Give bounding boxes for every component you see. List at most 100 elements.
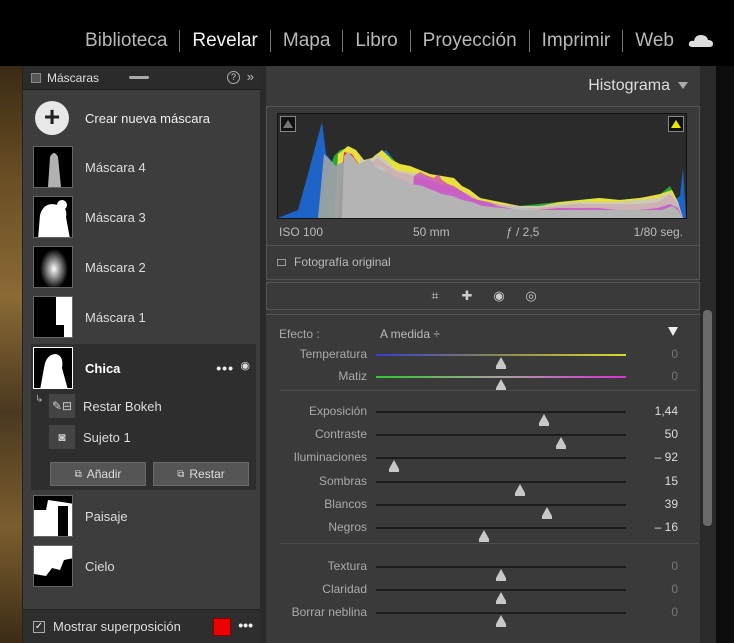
add-button[interactable]: ⧉ Añadir: [50, 462, 146, 486]
slider-track[interactable]: [376, 566, 626, 581]
histogram-header[interactable]: Histograma: [266, 66, 700, 106]
slider-thumb[interactable]: [496, 615, 506, 627]
slider-row[interactable]: Contraste 50: [266, 425, 700, 449]
slider-row[interactable]: Matiz 0: [266, 367, 700, 391]
mask-component-item[interactable]: ◙ Sujeto 1: [31, 423, 256, 451]
collapse-icon[interactable]: »: [247, 69, 254, 84]
slider-value[interactable]: 15: [665, 474, 678, 488]
more-options-icon[interactable]: •••: [216, 360, 234, 376]
slider-thumb[interactable]: [556, 437, 566, 449]
original-photo-icon: [277, 258, 286, 266]
slider-thumb[interactable]: [496, 379, 506, 391]
module-revelar[interactable]: Revelar: [180, 28, 269, 54]
eye-icon[interactable]: ◉: [240, 359, 250, 372]
mask-item[interactable]: Máscara 3: [23, 194, 261, 240]
module-biblioteca[interactable]: Biblioteca: [73, 28, 179, 54]
create-mask-label: Crear nueva máscara: [85, 110, 210, 126]
panel-toggle-icon[interactable]: [31, 72, 41, 83]
add-icon: ⧉: [74, 468, 82, 480]
slider-value[interactable]: 1,44: [655, 404, 678, 418]
mask-item[interactable]: Paisaje: [23, 493, 261, 539]
slider-value[interactable]: 0: [671, 369, 678, 383]
slider-label: Exposición: [308, 404, 367, 418]
slider-thumb[interactable]: [538, 414, 549, 426]
slider-track[interactable]: [376, 504, 626, 519]
mask-item[interactable]: Máscara 4: [23, 144, 261, 190]
crop-icon[interactable]: ⌗: [423, 288, 447, 304]
slider-track[interactable]: [376, 434, 626, 449]
mask-item[interactable]: Cielo: [23, 543, 261, 589]
original-photo-label: Fotografía original: [294, 255, 391, 269]
mask-component-item[interactable]: ✎⊟ Restar Bokeh: [31, 392, 256, 420]
mask-item[interactable]: Máscara 1: [23, 294, 261, 340]
slider-label: Sombras: [318, 474, 367, 488]
help-icon[interactable]: ?: [227, 71, 240, 84]
slider-row[interactable]: Claridad 0: [266, 580, 700, 604]
slider-value[interactable]: 0: [671, 582, 678, 596]
slider-value[interactable]: 0: [671, 605, 678, 619]
plus-icon[interactable]: +: [35, 101, 69, 135]
slider-row[interactable]: Negros – 16: [266, 518, 700, 542]
slider-value[interactable]: 0: [671, 559, 678, 573]
module-web[interactable]: Web: [623, 28, 686, 54]
slider-track[interactable]: [376, 457, 626, 472]
histogram-title: Histograma: [588, 77, 670, 94]
slider-track[interactable]: [376, 589, 626, 604]
effect-preset-select[interactable]: A medida ÷: [380, 327, 440, 341]
module-proyeccion[interactable]: Proyección: [411, 28, 529, 54]
slider-thumb[interactable]: [496, 592, 506, 604]
panel-collapse-icon[interactable]: [668, 327, 678, 336]
slider-value[interactable]: 50: [665, 427, 678, 441]
slider-row[interactable]: Textura 0: [266, 557, 700, 581]
overlay-checkbox[interactable]: ✓: [33, 620, 45, 633]
subtract-button-label: Restar: [189, 467, 225, 481]
overlay-label: Mostrar superposición: [53, 619, 181, 634]
original-photo-toggle[interactable]: Fotografía original: [277, 255, 391, 269]
slider-track[interactable]: [376, 376, 626, 391]
slider-value[interactable]: – 16: [655, 520, 678, 534]
slider-row[interactable]: Blancos 39: [266, 495, 700, 519]
overlay-color-swatch[interactable]: [213, 618, 231, 636]
mask-item[interactable]: Máscara 2: [23, 244, 261, 290]
slider-value[interactable]: 39: [665, 497, 678, 511]
drag-handle-icon[interactable]: [129, 76, 149, 79]
slider-thumb[interactable]: [496, 569, 506, 581]
module-mapa[interactable]: Mapa: [271, 28, 343, 54]
slider-track[interactable]: [376, 481, 626, 496]
module-imprimir[interactable]: Imprimir: [530, 28, 623, 54]
mask-thumbnail: [33, 146, 73, 188]
slider-row[interactable]: Borrar neblina 0: [266, 603, 700, 627]
red-eye-icon[interactable]: ◉: [487, 288, 511, 304]
slider-thumb[interactable]: [542, 507, 553, 519]
more-options-icon[interactable]: •••: [238, 617, 253, 633]
slider-thumb[interactable]: [388, 460, 399, 472]
highlight-clipping-icon[interactable]: [668, 116, 684, 132]
cloud-icon[interactable]: [688, 34, 714, 48]
slider-row[interactable]: Exposición 1,44: [266, 402, 700, 426]
mask-item-selected[interactable]: Chica ••• ◉: [31, 346, 256, 390]
slider-value[interactable]: 0: [671, 347, 678, 361]
slider-value[interactable]: – 92: [655, 450, 678, 464]
panel-collapse-icon[interactable]: [678, 82, 688, 89]
slider-row[interactable]: Iluminaciones – 92: [266, 448, 700, 472]
masks-panel-header[interactable]: Máscaras ? »: [23, 66, 260, 90]
shadow-clipping-icon[interactable]: [280, 116, 296, 132]
scrollbar-thumb[interactable]: [703, 310, 712, 526]
effect-label: Efecto :: [279, 327, 320, 341]
slider-row[interactable]: Temperatura 0: [266, 345, 700, 369]
subtract-button[interactable]: ⧉ Restar: [153, 462, 249, 486]
slider-thumb[interactable]: [496, 357, 506, 369]
masking-icon[interactable]: ◎: [519, 288, 543, 304]
healing-icon[interactable]: ✚: [455, 288, 479, 304]
create-mask-button[interactable]: + Crear nueva máscara: [23, 96, 261, 140]
slider-track[interactable]: [376, 411, 626, 426]
slider-thumb[interactable]: [478, 530, 489, 542]
exif-focal: 50 mm: [413, 225, 450, 239]
slider-track[interactable]: [376, 354, 626, 369]
slider-row[interactable]: Sombras 15: [266, 472, 700, 496]
slider-track[interactable]: [376, 612, 626, 627]
module-libro[interactable]: Libro: [343, 28, 409, 54]
slider-thumb[interactable]: [514, 484, 525, 496]
slider-track[interactable]: [376, 527, 626, 542]
histogram-graph[interactable]: [277, 113, 687, 219]
